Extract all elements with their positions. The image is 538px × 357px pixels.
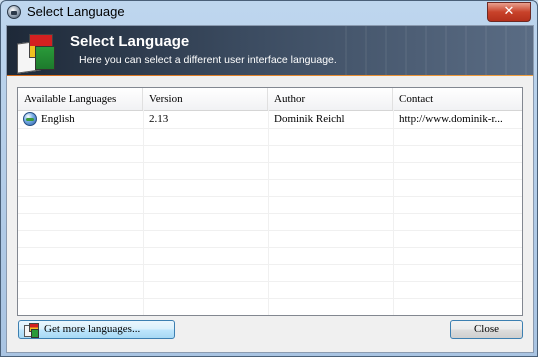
dialog-client-area: Select Language Here you can select a di… bbox=[6, 25, 534, 353]
grid-divider bbox=[18, 162, 522, 163]
select-language-window: Select Language ✕ Select Language Here y… bbox=[0, 0, 538, 357]
grid-divider bbox=[18, 179, 522, 180]
grid-divider bbox=[18, 247, 522, 248]
column-header-available-languages[interactable]: Available Languages bbox=[18, 88, 143, 110]
column-header-version[interactable]: Version bbox=[143, 88, 268, 110]
header-banner: Select Language Here you can select a di… bbox=[7, 26, 533, 76]
grid-divider bbox=[18, 264, 522, 265]
contact-cell: http://www.dominik-r... bbox=[399, 113, 503, 125]
list-header: Available Languages Version Author Conta… bbox=[18, 88, 522, 111]
column-header-author[interactable]: Author bbox=[268, 88, 393, 110]
author-cell: Dominik Reichl bbox=[274, 113, 345, 125]
grid-divider bbox=[18, 145, 522, 146]
version-cell: 2.13 bbox=[149, 113, 169, 125]
grid-divider bbox=[18, 128, 522, 129]
languages-list[interactable]: Available Languages Version Author Conta… bbox=[17, 87, 523, 316]
title-bar[interactable]: Select Language ✕ bbox=[1, 1, 537, 25]
banner-subtitle: Here you can select a different user int… bbox=[79, 54, 337, 66]
column-header-contact[interactable]: Contact bbox=[393, 88, 522, 110]
banner-decoration bbox=[327, 26, 533, 76]
language-row-english[interactable]: English 2.13 Dominik Reichl http://www.d… bbox=[18, 111, 522, 128]
lock-icon bbox=[7, 5, 21, 19]
banner-title: Select Language bbox=[70, 33, 190, 50]
get-more-languages-button[interactable]: Get more languages... bbox=[18, 320, 175, 339]
window-title: Select Language bbox=[27, 4, 125, 19]
grid-divider bbox=[18, 213, 522, 214]
globe-icon bbox=[23, 112, 37, 126]
grid-divider bbox=[18, 281, 522, 282]
language-flags-icon bbox=[15, 32, 55, 74]
get-more-languages-label: Get more languages... bbox=[44, 323, 141, 335]
window-close-button[interactable]: ✕ bbox=[487, 2, 531, 22]
grid-divider bbox=[18, 230, 522, 231]
grid-divider bbox=[18, 196, 522, 197]
banner-separator bbox=[7, 75, 533, 76]
grid-divider bbox=[18, 298, 522, 299]
close-button[interactable]: Close bbox=[450, 320, 523, 339]
language-flags-icon bbox=[24, 323, 39, 338]
language-name-cell: English bbox=[41, 113, 75, 125]
